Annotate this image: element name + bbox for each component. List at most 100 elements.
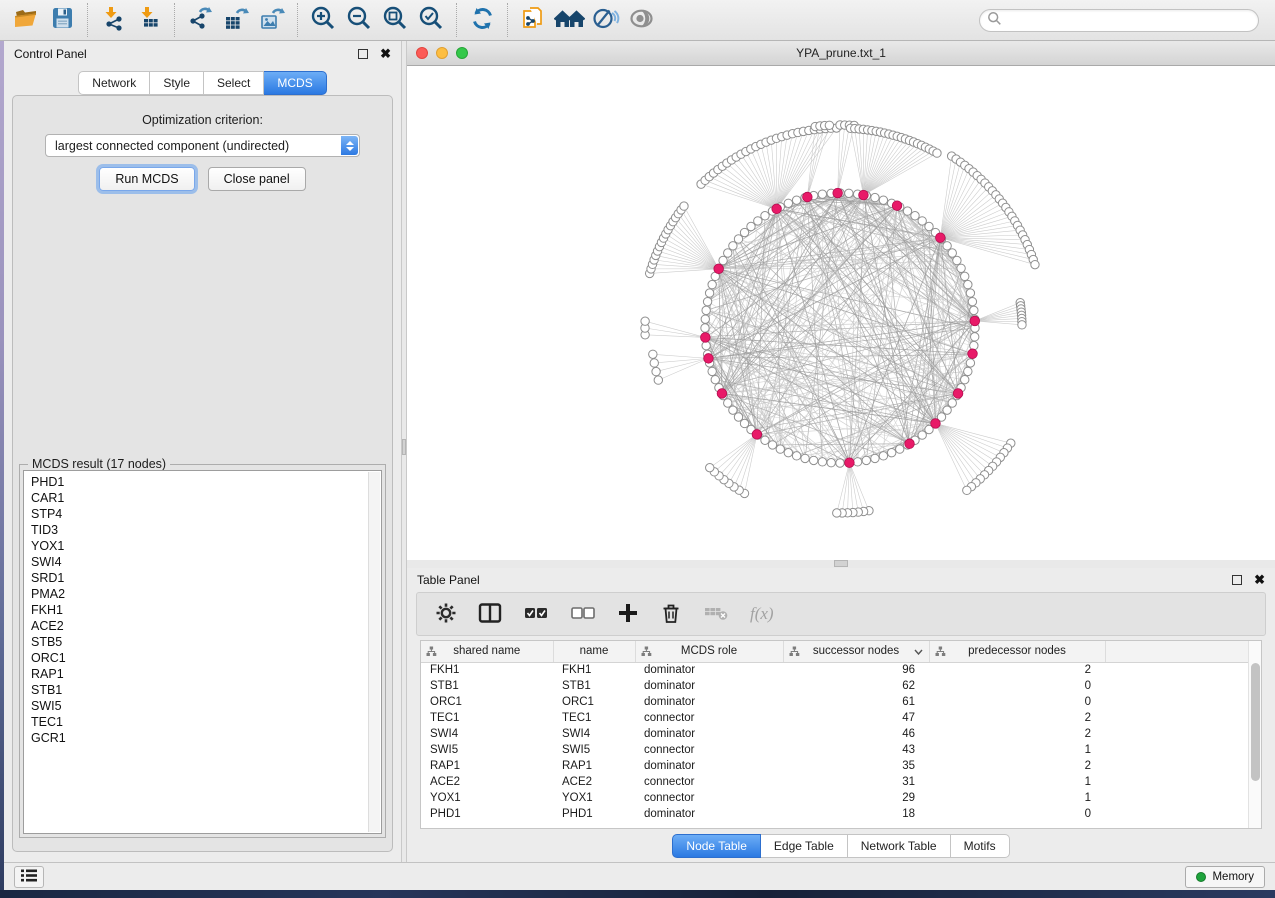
tab-mcds[interactable]: MCDS — [264, 71, 326, 95]
list-item[interactable]: YOX1 — [31, 538, 381, 554]
table-row[interactable]: TEC1TEC1connector472 — [421, 710, 1249, 726]
table-row[interactable]: ORC1ORC1dominator610 — [421, 694, 1249, 710]
splitter-grip[interactable] — [834, 560, 848, 567]
table-row[interactable]: SWI4SWI4dominator462 — [421, 726, 1249, 742]
zoom-fit-button[interactable] — [377, 3, 413, 37]
column-header-shared-name[interactable]: shared name — [421, 641, 553, 662]
list-item[interactable]: SRD1 — [31, 570, 381, 586]
control-panel-tabs: NetworkStyleSelectMCDS — [4, 71, 401, 95]
gear-icon — [435, 602, 457, 627]
table-row[interactable]: ACE2ACE2connector311 — [421, 774, 1249, 790]
add-column-button[interactable] — [617, 602, 639, 627]
list-item[interactable]: RAP1 — [31, 666, 381, 682]
table-settings-button[interactable] — [435, 602, 457, 627]
show-graphics-details-button[interactable] — [587, 3, 623, 37]
zoom-out-icon — [346, 5, 373, 35]
table-row[interactable]: PHD1PHD1dominator180 — [421, 806, 1249, 822]
list-item[interactable]: CAR1 — [31, 490, 381, 506]
task-history-button[interactable] — [14, 866, 44, 888]
search-icon — [987, 11, 1002, 29]
network-canvas[interactable] — [407, 66, 1275, 560]
splitter-grip[interactable] — [402, 439, 406, 455]
toolbar-separator — [87, 3, 88, 37]
table-row[interactable]: STB1STB1dominator620 — [421, 678, 1249, 694]
import-table-icon — [136, 5, 163, 35]
deselect-all-button[interactable] — [570, 603, 596, 626]
export-network-button[interactable] — [182, 3, 218, 37]
run-mcds-button[interactable]: Run MCDS — [99, 167, 194, 191]
table-row[interactable]: YOX1YOX1connector291 — [421, 790, 1249, 806]
list-item[interactable]: TEC1 — [31, 714, 381, 730]
tab-network-table[interactable]: Network Table — [848, 834, 951, 858]
save-floppy-icon — [49, 5, 76, 35]
network-overview-button[interactable] — [551, 3, 587, 37]
birdseye-view-button[interactable] — [623, 3, 659, 37]
float-panel-icon[interactable] — [358, 49, 368, 59]
list-item[interactable]: SWI5 — [31, 698, 381, 714]
column-header-MCDS-role[interactable]: MCDS role — [635, 641, 783, 662]
memory-button[interactable]: Memory — [1185, 866, 1265, 888]
table-row[interactable]: RAP1RAP1dominator352 — [421, 758, 1249, 774]
tab-style[interactable]: Style — [150, 71, 204, 95]
clone-network-button[interactable] — [515, 3, 551, 37]
list-item[interactable]: STP4 — [31, 506, 381, 522]
search-input[interactable] — [1002, 11, 1258, 29]
search-box[interactable] — [979, 9, 1259, 32]
column-header-name[interactable]: name — [553, 641, 635, 662]
open-folder-icon — [13, 5, 40, 35]
tab-select[interactable]: Select — [204, 71, 264, 95]
mcds-result-group: MCDS result (17 nodes) PHD1CAR1STP4TID3Y… — [19, 464, 386, 838]
node-table: shared namenameMCDS rolesuccessor nodesp… — [420, 640, 1262, 829]
column-header-predecessor-nodes[interactable]: predecessor nodes — [929, 641, 1105, 662]
export-table-button[interactable] — [218, 3, 254, 37]
list-item[interactable]: PHD1 — [31, 474, 381, 490]
import-network-icon — [100, 5, 127, 35]
mcds-result-title: MCDS result (17 nodes) — [28, 457, 170, 471]
list-item[interactable]: ACE2 — [31, 618, 381, 634]
toolbar-separator — [297, 3, 298, 37]
list-item[interactable]: STB5 — [31, 634, 381, 650]
import-network-button[interactable] — [95, 3, 131, 37]
export-image-button[interactable] — [254, 3, 290, 37]
table-row[interactable]: SWI5SWI5connector431 — [421, 742, 1249, 758]
table-row[interactable]: FKH1FKH1dominator962 — [421, 662, 1249, 678]
zoom-in-button[interactable] — [305, 3, 341, 37]
tab-edge-table[interactable]: Edge Table — [761, 834, 848, 858]
apply-function-button[interactable]: f(x) — [750, 604, 774, 624]
float-panel-icon[interactable] — [1232, 575, 1242, 585]
mcds-result-list: PHD1CAR1STP4TID3YOX1SWI4SRD1PMA2FKH1ACE2… — [23, 470, 382, 834]
tab-node-table[interactable]: Node Table — [672, 834, 761, 858]
table-scrollbar[interactable] — [1248, 641, 1261, 828]
column-header-successor-nodes[interactable]: successor nodes — [783, 641, 929, 662]
refresh-view-button[interactable] — [464, 3, 500, 37]
tab-network[interactable]: Network — [78, 71, 150, 95]
column-view-button[interactable] — [478, 602, 502, 627]
toolbar-separator — [507, 3, 508, 37]
optimization-dropdown[interactable]: largest connected component (undirected) — [45, 134, 360, 157]
scrollbar-thumb[interactable] — [1251, 663, 1260, 781]
list-item[interactable]: STB1 — [31, 682, 381, 698]
open-session-button[interactable] — [8, 3, 44, 37]
zoom-out-button[interactable] — [341, 3, 377, 37]
list-item[interactable]: GCR1 — [31, 730, 381, 746]
list-item[interactable]: PMA2 — [31, 586, 381, 602]
list-item[interactable]: ORC1 — [31, 650, 381, 666]
save-session-button[interactable] — [44, 3, 80, 37]
destroy-table-button[interactable] — [703, 603, 729, 626]
export-image-icon — [259, 5, 286, 35]
list-item[interactable]: SWI4 — [31, 554, 381, 570]
tab-motifs[interactable]: Motifs — [951, 834, 1010, 858]
select-all-button[interactable] — [523, 603, 549, 626]
close-panel-button[interactable]: Close panel — [208, 167, 306, 191]
list-item[interactable]: TID3 — [31, 522, 381, 538]
result-list-scrollbar[interactable] — [368, 472, 380, 832]
close-panel-icon[interactable]: ✖ — [380, 49, 391, 59]
delete-column-button[interactable] — [660, 602, 682, 627]
horizontal-splitter[interactable] — [407, 560, 1275, 568]
close-panel-icon[interactable]: ✖ — [1254, 575, 1265, 585]
import-table-button[interactable] — [131, 3, 167, 37]
control-panel-title: Control Panel — [14, 47, 87, 61]
select-all-icon — [523, 603, 549, 626]
zoom-selected-button[interactable] — [413, 3, 449, 37]
list-item[interactable]: FKH1 — [31, 602, 381, 618]
